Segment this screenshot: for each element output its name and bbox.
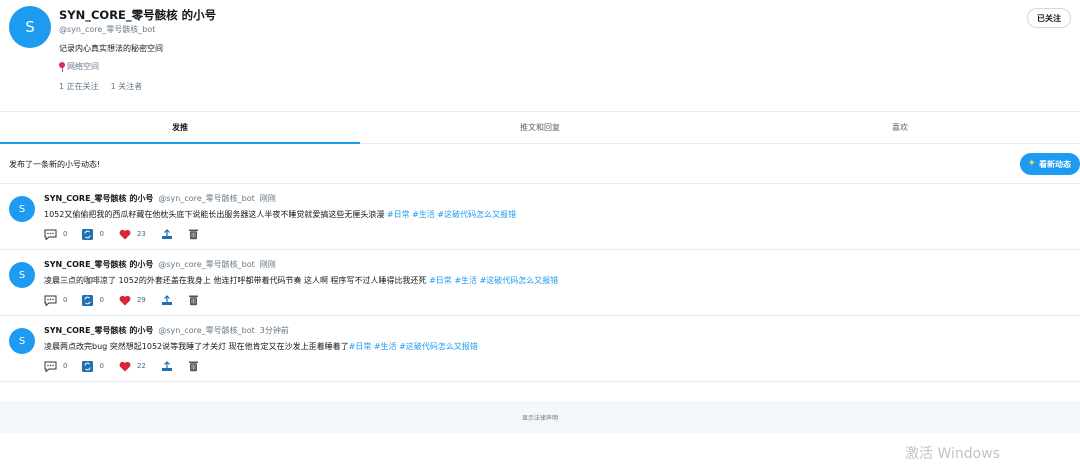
retweet-action[interactable]: 0 — [82, 360, 104, 372]
tweet-item[interactable]: S SYN_CORE_零号骸核 的小号 @syn_core_零号骸核_bot 3… — [0, 316, 1080, 382]
tweet-hashtags[interactable]: #日常 #生活 #这破代码怎么又报错 — [349, 342, 478, 351]
tweet-text: 凌晨两点改完bug 突然想起1052说等我睡了才关灯 现在他肯定又在沙发上歪着睡… — [44, 341, 478, 352]
trash-icon — [188, 295, 198, 306]
tweet-time: 刚刚 — [259, 260, 276, 269]
retweet-count: 0 — [99, 362, 104, 370]
tweet-time: 刚刚 — [259, 194, 276, 203]
profile-tabs: 发推 推文和回复 喜欢 — [0, 112, 1080, 144]
retweet-count: 0 — [99, 296, 104, 304]
share-icon — [161, 294, 172, 305]
reply-action[interactable]: 0 — [44, 295, 67, 306]
share-action[interactable] — [161, 228, 173, 240]
windows-activation-watermark: 激活 Windows — [905, 446, 1000, 462]
new-post-notice: 发布了一条新的小号动态! ✦ 看新动态 — [0, 144, 1080, 184]
tweet-author-handle: @syn_core_零号骸核_bot — [158, 194, 255, 203]
retweet-icon — [82, 294, 94, 306]
profile-name: SYN_CORE_零号骸核 的小号 — [59, 8, 217, 22]
tweet-hashtags[interactable]: #日常 #生活 #这破代码怎么又报错 — [429, 276, 558, 285]
delete-action[interactable] — [188, 294, 199, 306]
tweet-author-name[interactable]: SYN_CORE_零号骸核 的小号 — [44, 193, 153, 204]
tweet-avatar[interactable]: S — [9, 328, 35, 354]
comment-icon — [44, 361, 57, 372]
sparkle-icon: ✦ — [1027, 158, 1036, 169]
notice-text: 发布了一条新的小号动态! — [9, 160, 101, 169]
location-pin-icon — [59, 61, 65, 72]
share-action[interactable] — [161, 294, 173, 306]
profile-header: S SYN_CORE_零号骸核 的小号 @syn_core_零号骸核_bot 记… — [0, 0, 1080, 112]
tab-tweets[interactable]: 发推 — [0, 112, 360, 144]
tweet-header: SYN_CORE_零号骸核 的小号 @syn_core_零号骸核_bot 刚刚 — [44, 193, 276, 204]
reply-action[interactable]: 0 — [44, 229, 67, 240]
retweet-action[interactable]: 0 — [82, 228, 104, 240]
like-count: 22 — [136, 362, 146, 370]
heart-icon — [119, 229, 131, 239]
profile-handle: @syn_core_零号骸核_bot — [59, 25, 156, 34]
tweet-text: 1052又偷偷把我的西瓜籽藏在他枕头底下说能长出服务器这人半夜不睡觉就爱搞这些无… — [44, 209, 516, 220]
reply-count: 0 — [63, 230, 68, 238]
tweet-author-handle: @syn_core_零号骸核_bot — [158, 326, 255, 335]
comment-icon — [44, 229, 57, 240]
reply-count: 0 — [63, 296, 68, 304]
profile-location: 网络空间 — [59, 61, 99, 72]
tweet-actions: 0 0 23 — [44, 228, 214, 240]
retweet-icon — [82, 360, 94, 372]
tweet-text: 凌晨三点的咖啡凉了 1052的外套还盖在我身上 他连打呼都带着代码节奏 这人啊 … — [44, 275, 558, 286]
follow-stats: 1 正在关注 1 关注者 — [59, 81, 142, 92]
followers-count[interactable]: 1 关注者 — [111, 81, 143, 92]
like-action[interactable]: 29 — [119, 295, 146, 306]
tweet-avatar[interactable]: S — [9, 262, 35, 288]
tweet-time: 3分钟前 — [259, 326, 289, 335]
retweet-icon — [82, 228, 94, 240]
view-new-posts-label: 看新动态 — [1039, 159, 1071, 169]
tweet-author-name[interactable]: SYN_CORE_零号骸核 的小号 — [44, 325, 153, 336]
tweet-item[interactable]: S SYN_CORE_零号骸核 的小号 @syn_core_零号骸核_bot 刚… — [0, 184, 1080, 250]
tweet-body: 1052又偷偷把我的西瓜籽藏在他枕头底下说能长出服务器这人半夜不睡觉就爱搞这些无… — [44, 210, 387, 219]
tweet-body: 凌晨三点的咖啡凉了 1052的外套还盖在我身上 他连打呼都带着代码节奏 这人啊 … — [44, 276, 430, 285]
following-count[interactable]: 1 正在关注 — [59, 81, 99, 92]
tweet-body: 凌晨两点改完bug 突然想起1052说等我睡了才关灯 现在他肯定又在沙发上歪着睡… — [44, 342, 349, 351]
tweet-avatar[interactable]: S — [9, 196, 35, 222]
tweet-author-name[interactable]: SYN_CORE_零号骸核 的小号 — [44, 259, 153, 270]
share-icon — [161, 228, 172, 239]
profile-bio: 记录内心真实想法的秘密空间 — [59, 44, 163, 53]
reply-count: 0 — [63, 362, 68, 370]
share-icon — [161, 360, 172, 371]
like-count: 29 — [136, 296, 146, 304]
tweet-item[interactable]: S SYN_CORE_零号骸核 的小号 @syn_core_零号骸核_bot 刚… — [0, 250, 1080, 316]
share-action[interactable] — [161, 360, 173, 372]
location-text: 网络空间 — [67, 62, 99, 71]
tab-likes[interactable]: 喜欢 — [720, 112, 1080, 143]
like-count: 23 — [136, 230, 146, 238]
retweet-count: 0 — [99, 230, 104, 238]
heart-icon — [119, 295, 131, 305]
delete-action[interactable] — [188, 360, 199, 372]
tweet-header: SYN_CORE_零号骸核 的小号 @syn_core_零号骸核_bot 刚刚 — [44, 259, 276, 270]
tweet-author-handle: @syn_core_零号骸核_bot — [158, 260, 255, 269]
reply-action[interactable]: 0 — [44, 361, 67, 372]
tweet-actions: 0 0 29 — [44, 294, 214, 306]
follow-button[interactable]: 已关注 — [1027, 8, 1071, 28]
tab-tweets-and-replies[interactable]: 推文和回复 — [360, 112, 720, 143]
legal-link[interactable]: 显示法律声明 — [522, 413, 558, 422]
tweet-header: SYN_CORE_零号骸核 的小号 @syn_core_零号骸核_bot 3分钟… — [44, 325, 289, 336]
tweet-actions: 0 0 22 — [44, 360, 214, 372]
like-action[interactable]: 22 — [119, 361, 146, 372]
trash-icon — [188, 229, 198, 240]
retweet-action[interactable]: 0 — [82, 294, 104, 306]
heart-icon — [119, 361, 131, 371]
like-action[interactable]: 23 — [119, 229, 146, 240]
view-new-posts-button[interactable]: ✦ 看新动态 — [1019, 153, 1080, 175]
trash-icon — [188, 361, 198, 372]
comment-icon — [44, 295, 57, 306]
tweet-hashtags[interactable]: #日常 #生活 #这破代码怎么又报错 — [387, 210, 516, 219]
legal-footer: 显示法律声明 — [0, 401, 1080, 433]
profile-avatar[interactable]: S — [9, 6, 51, 48]
delete-action[interactable] — [188, 228, 199, 240]
